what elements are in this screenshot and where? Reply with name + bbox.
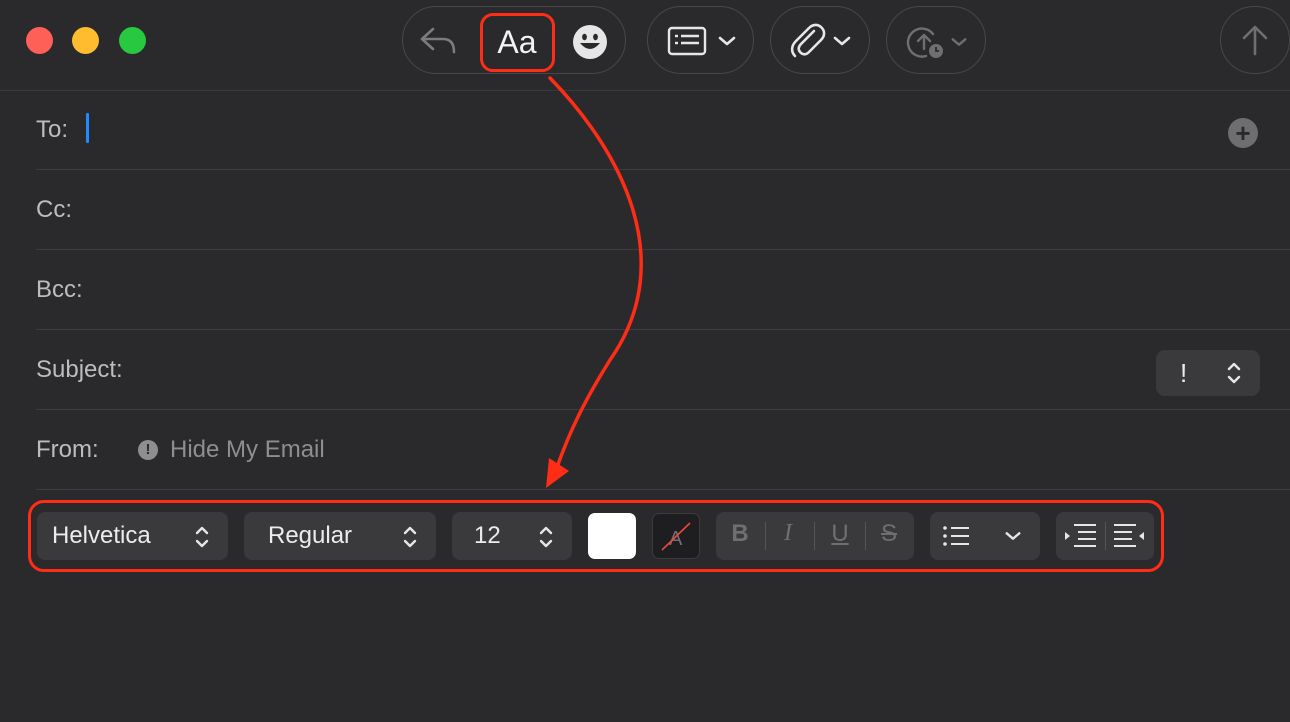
annotation-arrow	[546, 76, 643, 488]
